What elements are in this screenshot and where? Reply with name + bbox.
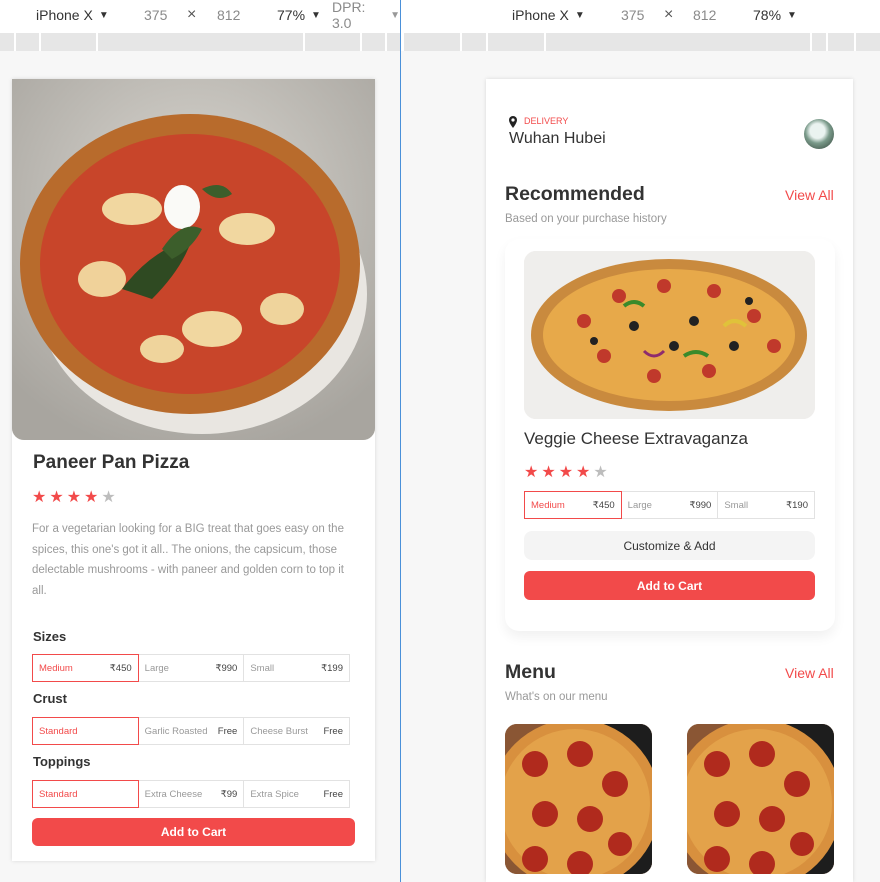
chevron-down-icon: ▼ bbox=[574, 9, 585, 21]
size-option-medium[interactable]: Medium ₹450 bbox=[524, 491, 622, 519]
rating-stars: ★ ★ ★ ★ ★ bbox=[32, 487, 116, 507]
device-select-right[interactable]: iPhone X ▼ bbox=[512, 7, 585, 23]
size-option-large[interactable]: Large ₹990 bbox=[620, 491, 719, 519]
product-detail-card: Paneer Pan Pizza ★ ★ ★ ★ ★ For a vegetarian … bbox=[12, 79, 375, 861]
zoom-value: 77% bbox=[277, 7, 306, 23]
menu-item-image[interactable] bbox=[505, 724, 652, 874]
recommended-subtitle: Based on your purchase history bbox=[505, 213, 667, 225]
star-icon: ★ bbox=[49, 489, 64, 506]
dpr-select[interactable]: DPR: 3.0 ▼ bbox=[332, 0, 400, 31]
topping-option-standard[interactable]: Standard bbox=[32, 780, 139, 808]
zoom-value: 78% bbox=[753, 7, 782, 23]
product-description: For a vegetarian looking for a BIG treat… bbox=[32, 523, 344, 597]
zoom-select-left[interactable]: 77% ▼ bbox=[277, 7, 321, 23]
toppings-options: Standard Extra Cheese ₹99 Extra Spice Free bbox=[32, 780, 351, 808]
crust-option-standard[interactable]: Standard bbox=[32, 717, 139, 745]
product-rating-stars: ★ ★ ★ ★ ★ bbox=[524, 462, 608, 482]
zoom-select-right[interactable]: 78% ▼ bbox=[753, 7, 797, 23]
add-to-cart-button[interactable]: Add to Cart bbox=[32, 818, 355, 846]
star-icon: ★ bbox=[84, 489, 99, 506]
sizes-options: Medium ₹450 Large ₹990 Small ₹199 bbox=[32, 654, 351, 682]
menu-subtitle: What's on our menu bbox=[505, 691, 608, 703]
avatar[interactable] bbox=[804, 119, 834, 149]
chevron-down-icon: ▼ bbox=[98, 9, 109, 21]
height-field[interactable]: 812 bbox=[693, 7, 716, 23]
star-icon: ★ bbox=[576, 464, 591, 481]
star-icon: ★ bbox=[558, 464, 574, 481]
recommended-product-card[interactable]: Veggie Cheese Extravaganza ★ ★ ★ ★ ★ Medium ₹… bbox=[505, 239, 835, 631]
crust-option-cheese-burst[interactable]: Cheese Burst Free bbox=[243, 717, 351, 745]
media-query-ruler-left[interactable] bbox=[0, 33, 400, 51]
star-icon: ★ bbox=[32, 489, 47, 506]
product-title: Paneer Pan Pizza bbox=[33, 452, 190, 473]
dpr-value: DPR: 3.0 bbox=[332, 0, 366, 31]
media-query-ruler-right[interactable] bbox=[404, 33, 880, 51]
delivery-label: DELIVERY bbox=[524, 116, 569, 126]
device-name: iPhone X bbox=[512, 7, 569, 23]
width-field[interactable]: 375 bbox=[144, 7, 167, 23]
crust-option-garlic-roasted[interactable]: Garlic Roasted Free bbox=[137, 717, 245, 745]
chevron-down-icon: ▼ bbox=[311, 9, 321, 21]
width-field[interactable]: 375 bbox=[621, 7, 644, 23]
size-option-medium[interactable]: Medium ₹450 bbox=[32, 654, 139, 682]
location-text[interactable]: Wuhan Hubei bbox=[509, 130, 606, 148]
pizza-image bbox=[12, 79, 375, 440]
chevron-down-icon: ▼ bbox=[390, 9, 400, 21]
topping-option-extra-spice[interactable]: Extra Spice Free bbox=[243, 780, 351, 808]
recommended-view-all-link[interactable]: View All bbox=[785, 187, 834, 203]
menu-item-image[interactable] bbox=[687, 724, 834, 874]
topping-option-extra-cheese[interactable]: Extra Cheese ₹99 bbox=[137, 780, 245, 808]
star-empty-icon: ★ bbox=[593, 464, 608, 481]
size-option-large[interactable]: Large ₹990 bbox=[137, 654, 245, 682]
home-screen: DELIVERY Wuhan Hubei Recommended View Al… bbox=[486, 79, 853, 882]
add-to-cart-button[interactable]: Add to Cart bbox=[524, 571, 815, 600]
crust-options: Standard Garlic Roasted Free Cheese Burst… bbox=[32, 717, 351, 745]
chevron-down-icon: ▼ bbox=[787, 9, 797, 21]
recommended-title: Recommended bbox=[505, 183, 645, 205]
menu-title: Menu bbox=[505, 661, 556, 683]
device-select-left[interactable]: iPhone X ▼ bbox=[36, 7, 109, 23]
product-name: Veggie Cheese Extravaganza bbox=[524, 429, 748, 448]
star-icon: ★ bbox=[524, 464, 539, 481]
star-icon: ★ bbox=[541, 464, 556, 481]
height-field[interactable]: 812 bbox=[217, 7, 240, 23]
size-option-small[interactable]: Small ₹190 bbox=[717, 491, 816, 519]
size-option-small[interactable]: Small ₹199 bbox=[243, 654, 351, 682]
devtools-toolbar-left: iPhone X ▼ 375 × 812 77% ▼ DPR: 3.0 ▼ bbox=[0, 0, 400, 31]
star-icon: ★ bbox=[66, 489, 82, 506]
times-icon: × bbox=[187, 6, 197, 23]
toppings-label: Toppings bbox=[33, 754, 91, 769]
times-icon: × bbox=[664, 6, 674, 23]
left-viewport: Paneer Pan Pizza ★ ★ ★ ★ ★ For a vegetarian … bbox=[0, 51, 400, 882]
menu-view-all-link[interactable]: View All bbox=[785, 665, 834, 681]
product-image bbox=[524, 251, 815, 419]
right-viewport: DELIVERY Wuhan Hubei Recommended View Al… bbox=[401, 51, 880, 882]
star-empty-icon: ★ bbox=[101, 489, 116, 506]
crust-label: Crust bbox=[33, 691, 67, 706]
customize-add-button[interactable]: Customize & Add bbox=[524, 531, 815, 560]
sizes-label: Sizes bbox=[33, 629, 67, 644]
product-size-options: Medium ₹450 Large ₹990 Small ₹190 bbox=[524, 491, 816, 519]
device-name: iPhone X bbox=[36, 7, 93, 23]
devtools-toolbar-right: iPhone X ▼ 375 × 812 78% ▼ bbox=[401, 0, 880, 30]
